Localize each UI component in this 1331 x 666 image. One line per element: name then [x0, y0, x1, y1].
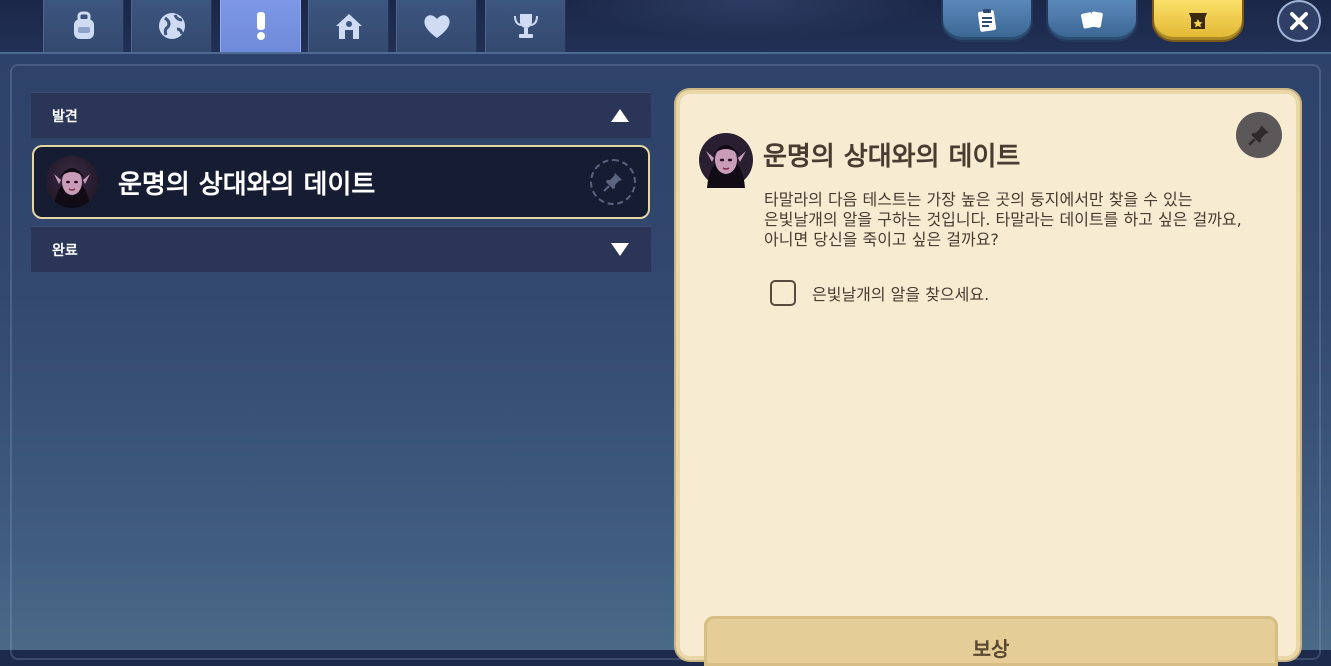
category-discovered-header[interactable]: 발견: [31, 92, 651, 138]
heart-icon: [423, 15, 450, 38]
category-completed-label: 완료: [52, 242, 78, 259]
detail-quest-giver-avatar: [698, 132, 754, 188]
exclamation-icon: [256, 12, 265, 40]
house-icon: [335, 14, 362, 39]
objective-label: 은빛날개의 알을 찾으세요.: [812, 285, 990, 304]
quest-giver-portrait: [699, 133, 753, 188]
globe-icon: [158, 13, 185, 39]
description-line: 은빛날개의 알을 구하는 것입니다. 타말라는 데이트를 하고 싶은 걸까요,: [764, 210, 1242, 229]
quest-title: 운명의 상대와의 데이트: [118, 169, 376, 200]
close-icon: [1290, 12, 1308, 30]
pin-icon: [603, 173, 622, 192]
description-line: 타말라의 다음 테스트는 가장 높은 곳의 둥지에서만 찾을 수 있는: [764, 190, 1193, 209]
backpack-icon: [73, 11, 94, 39]
shop-icon: [1189, 13, 1207, 29]
journal-button[interactable]: [941, 0, 1033, 42]
shop-button[interactable]: [1152, 0, 1244, 42]
cards-icon: [1081, 11, 1103, 29]
quest-objective: 은빛날개의 알을 찾으세요.: [770, 280, 989, 306]
reward-section-header: 보상: [704, 616, 1278, 666]
collapse-arrow-icon: [611, 109, 629, 122]
category-discovered-label: 발견: [52, 108, 78, 125]
quest-detail-card: 운명의 상대와의 데이트 타말라의 다음 테스트는 가장 높은 곳의 둥지에서만…: [676, 90, 1300, 666]
detail-quest-title: 운명의 상대와의 데이트: [763, 142, 1021, 172]
tab-quests[interactable]: [220, 0, 301, 52]
detail-pin-button[interactable]: [1236, 112, 1282, 158]
category-completed-header[interactable]: 완료: [31, 226, 651, 272]
cards-button[interactable]: [1046, 0, 1138, 42]
quest-list-item[interactable]: 운명의 상대와의 데이트: [32, 145, 650, 219]
tab-relationships[interactable]: [396, 0, 477, 52]
objective-checkbox: [770, 280, 796, 306]
pin-quest-button[interactable]: [590, 159, 636, 205]
tab-housing[interactable]: [308, 0, 389, 52]
close-button[interactable]: [1277, 0, 1321, 42]
trophy-icon: [513, 14, 538, 38]
top-bar: [0, 0, 1331, 58]
description-line: 아니면 당신을 죽이고 싶은 걸까요?: [764, 230, 999, 249]
quest-giver-avatar: [46, 156, 98, 208]
clipboard-icon: [977, 9, 997, 32]
expand-arrow-icon: [611, 243, 629, 256]
top-ornament: [560, 0, 940, 40]
pin-icon: [1248, 125, 1269, 146]
tab-inventory[interactable]: [43, 0, 124, 52]
tab-achievements[interactable]: [485, 0, 566, 52]
tab-map[interactable]: [131, 0, 212, 52]
quest-giver-portrait: [54, 168, 90, 208]
quest-description: 타말라의 다음 테스트는 가장 높은 곳의 둥지에서만 찾을 수 있는 은빛날개…: [764, 190, 1284, 250]
